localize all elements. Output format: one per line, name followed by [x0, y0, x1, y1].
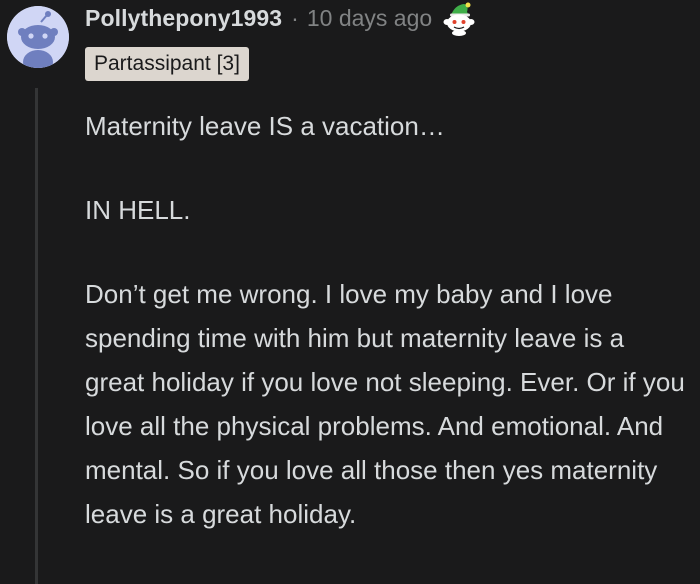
user-flair: Partassipant [3] — [85, 47, 249, 81]
comment-paragraph: Don’t get me wrong. I love my baby and I… — [85, 279, 685, 529]
snoo-elf-award-icon[interactable] — [442, 2, 476, 36]
comment-paragraph: Maternity leave IS a vacation… — [85, 111, 445, 141]
comment-paragraph: IN HELL. — [85, 195, 191, 225]
timestamp-link[interactable]: 10 days ago — [307, 5, 432, 32]
comment-body: Maternity leave IS a vacation… IN HELL. … — [85, 104, 685, 536]
comment: Pollythepony1993 · 10 days ago Partassip… — [0, 0, 700, 584]
separator-dot: · — [291, 4, 299, 31]
snoo-avatar-icon[interactable] — [7, 6, 69, 68]
snoo-avatar-graphic — [7, 6, 69, 68]
username-link[interactable]: Pollythepony1993 — [85, 5, 282, 32]
thread-collapse-line[interactable] — [35, 88, 38, 584]
award-graphic — [443, 2, 475, 36]
comment-header: Pollythepony1993 · 10 days ago — [85, 0, 476, 36]
